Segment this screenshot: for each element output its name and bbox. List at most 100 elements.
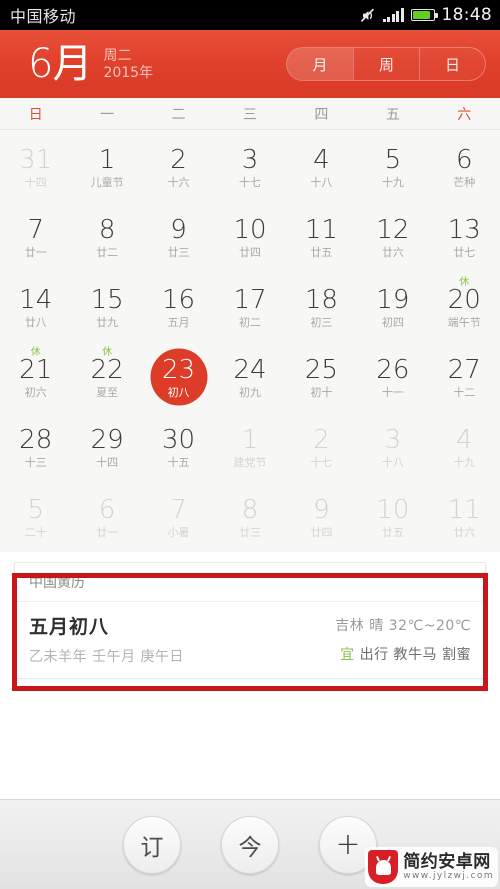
day-lunar-label: 廿四 <box>238 245 261 259</box>
day-number: 7 <box>170 494 187 525</box>
day-lunar-label: 廿三 <box>167 245 190 259</box>
calendar-day-cell[interactable]: 11 廿五 <box>286 202 357 272</box>
calendar-day-cell[interactable]: 5 十九 <box>357 132 428 202</box>
day-number: 31 <box>19 144 53 175</box>
calendar-day-cell[interactable]: 26 十一 <box>357 342 428 412</box>
day-lunar-label: 夏至 <box>96 385 119 399</box>
calendar-day-cell[interactable]: 8 廿三 <box>214 482 285 552</box>
calendar-day-cell[interactable]: 13 廿七 <box>429 202 500 272</box>
day-number: 6 <box>456 144 473 175</box>
day-lunar-label: 十四 <box>96 455 119 469</box>
day-lunar-label: 十二 <box>453 385 476 399</box>
calendar-day-cell[interactable]: 4 十八 <box>286 132 357 202</box>
view-mode-segmented-control[interactable]: 月 周 日 <box>286 47 486 81</box>
day-number: 12 <box>376 214 410 245</box>
calendar-day-cell[interactable]: 休 20 端午节 <box>429 272 500 342</box>
day-number: 18 <box>304 284 338 315</box>
header-subtitle: 周二 2015年 <box>103 46 153 82</box>
day-lunar-label: 廿一 <box>96 525 119 539</box>
day-number: 2 <box>170 144 187 175</box>
calendar-day-cell[interactable]: 23 初八 <box>143 342 214 412</box>
calendar-day-cell[interactable]: 18 初三 <box>286 272 357 342</box>
calendar-day-cell[interactable]: 31 十四 <box>0 132 71 202</box>
calendar-day-cell[interactable]: 9 廿三 <box>143 202 214 272</box>
weekday-mon: 一 <box>100 106 115 123</box>
almanac-card[interactable]: 中国黄历 五月初八 乙未羊年 壬午月 庚午日 吉林 晴 32℃~20℃ 宜 出行… <box>14 562 486 679</box>
calendar-day-cell[interactable]: 8 廿二 <box>71 202 142 272</box>
calendar-day-cell[interactable]: 15 廿九 <box>71 272 142 342</box>
calendar-day-cell[interactable]: 11 廿六 <box>429 482 500 552</box>
day-number: 9 <box>313 494 330 525</box>
day-number: 11 <box>304 214 338 245</box>
day-lunar-label: 十四 <box>24 175 47 189</box>
subscribe-button[interactable]: 订 <box>123 815 181 874</box>
bottom-toolbar: 订 今 + 简约安卓网 www.jylzwj.com <box>0 799 500 889</box>
calendar-day-cell[interactable]: 6 芒种 <box>429 132 500 202</box>
weather-label: 吉林 晴 32℃~20℃ <box>335 618 471 634</box>
day-number: 21 <box>19 354 53 385</box>
mute-icon <box>359 7 376 24</box>
almanac-card-body: 五月初八 乙未羊年 壬午月 庚午日 吉林 晴 32℃~20℃ 宜 出行 教牛马 … <box>15 602 485 678</box>
calendar-day-cell[interactable]: 3 十七 <box>214 132 285 202</box>
day-number: 22 <box>90 354 124 385</box>
calendar-day-cell[interactable]: 休 21 初六 <box>0 342 71 412</box>
tab-day[interactable]: 日 <box>419 48 485 80</box>
tab-month[interactable]: 月 <box>287 48 353 80</box>
yi-mark-label: 宜 <box>340 647 355 663</box>
calendar-day-cell[interactable]: 12 廿六 <box>357 202 428 272</box>
day-lunar-label: 十九 <box>381 175 404 189</box>
carrier-label: 中国移动 <box>10 7 77 26</box>
calendar-day-cell[interactable]: 19 初四 <box>357 272 428 342</box>
day-number: 2 <box>313 424 330 455</box>
calendar-day-cell[interactable]: 30 十五 <box>143 412 214 482</box>
calendar-day-cell[interactable]: 28 十三 <box>0 412 71 482</box>
calendar-grid[interactable]: 31 十四 1 儿童节 2 十六 3 十七 4 十八 5 十九 6 芒种 7 廿一 8 廿二 9 廿三 10 廿四 11 廿五… <box>0 130 500 552</box>
weekday-fri: 五 <box>385 106 400 123</box>
calendar-day-cell[interactable]: 24 初九 <box>214 342 285 412</box>
calendar-day-cell[interactable]: 3 十八 <box>357 412 428 482</box>
calendar-day-cell[interactable]: 14 廿八 <box>0 272 71 342</box>
calendar-day-cell[interactable]: 17 初二 <box>214 272 285 342</box>
calendar-day-cell[interactable]: 7 廿一 <box>0 202 71 272</box>
calendar-day-cell[interactable]: 10 廿四 <box>214 202 285 272</box>
day-lunar-label: 初四 <box>381 315 404 329</box>
day-lunar-label: 十八 <box>310 175 333 189</box>
day-number: 19 <box>376 284 410 315</box>
phone-screen: 中国移动 18:48 6月 周二 2015年 月 周 日 日 一 二 三 四 五… <box>0 0 500 889</box>
tab-week[interactable]: 周 <box>353 48 419 80</box>
day-lunar-label: 十五 <box>167 455 190 469</box>
day-number: 26 <box>376 354 410 385</box>
calendar-day-cell[interactable]: 2 十七 <box>286 412 357 482</box>
calendar-week-row: 14 廿八 15 廿九 16 五月 17 初二 18 初三 19 初四休 20 端午节 <box>0 272 500 342</box>
day-lunar-label: 十三 <box>24 455 47 469</box>
watermark-name: 简约安卓网 <box>403 851 491 872</box>
status-bar: 中国移动 18:48 <box>0 0 500 30</box>
calendar-day-cell[interactable]: 10 廿五 <box>357 482 428 552</box>
ganzhi-label: 乙未羊年 壬午月 庚午日 <box>29 649 184 665</box>
android-shield-icon <box>368 850 399 884</box>
calendar-day-cell[interactable]: 7 小暑 <box>143 482 214 552</box>
today-button[interactable]: 今 <box>221 815 279 874</box>
calendar-day-cell[interactable]: 2 十六 <box>143 132 214 202</box>
day-lunar-label: 十九 <box>453 455 476 469</box>
calendar-day-cell[interactable]: 29 十四 <box>71 412 142 482</box>
header-year: 2015年 <box>103 65 154 81</box>
day-lunar-label: 廿七 <box>453 245 476 259</box>
day-number: 30 <box>162 424 196 455</box>
day-lunar-label: 初九 <box>238 385 261 399</box>
calendar-day-cell[interactable]: 1 儿童节 <box>71 132 142 202</box>
calendar-day-cell[interactable]: 4 十九 <box>429 412 500 482</box>
calendar-day-cell[interactable]: 25 初十 <box>286 342 357 412</box>
day-number: 17 <box>233 284 267 315</box>
calendar-day-cell[interactable]: 休 22 夏至 <box>71 342 142 412</box>
day-lunar-label: 廿五 <box>381 525 404 539</box>
day-lunar-label: 廿六 <box>381 245 404 259</box>
calendar-header: 6月 周二 2015年 月 周 日 <box>0 30 500 98</box>
site-watermark: 简约安卓网 www.jylzwj.com <box>365 847 498 887</box>
calendar-day-cell[interactable]: 1 建党节 <box>214 412 285 482</box>
calendar-day-cell[interactable]: 27 十二 <box>429 342 500 412</box>
calendar-day-cell[interactable]: 5 二十 <box>0 482 71 552</box>
calendar-day-cell[interactable]: 6 廿一 <box>71 482 142 552</box>
calendar-day-cell[interactable]: 16 五月 <box>143 272 214 342</box>
calendar-day-cell[interactable]: 9 廿四 <box>286 482 357 552</box>
